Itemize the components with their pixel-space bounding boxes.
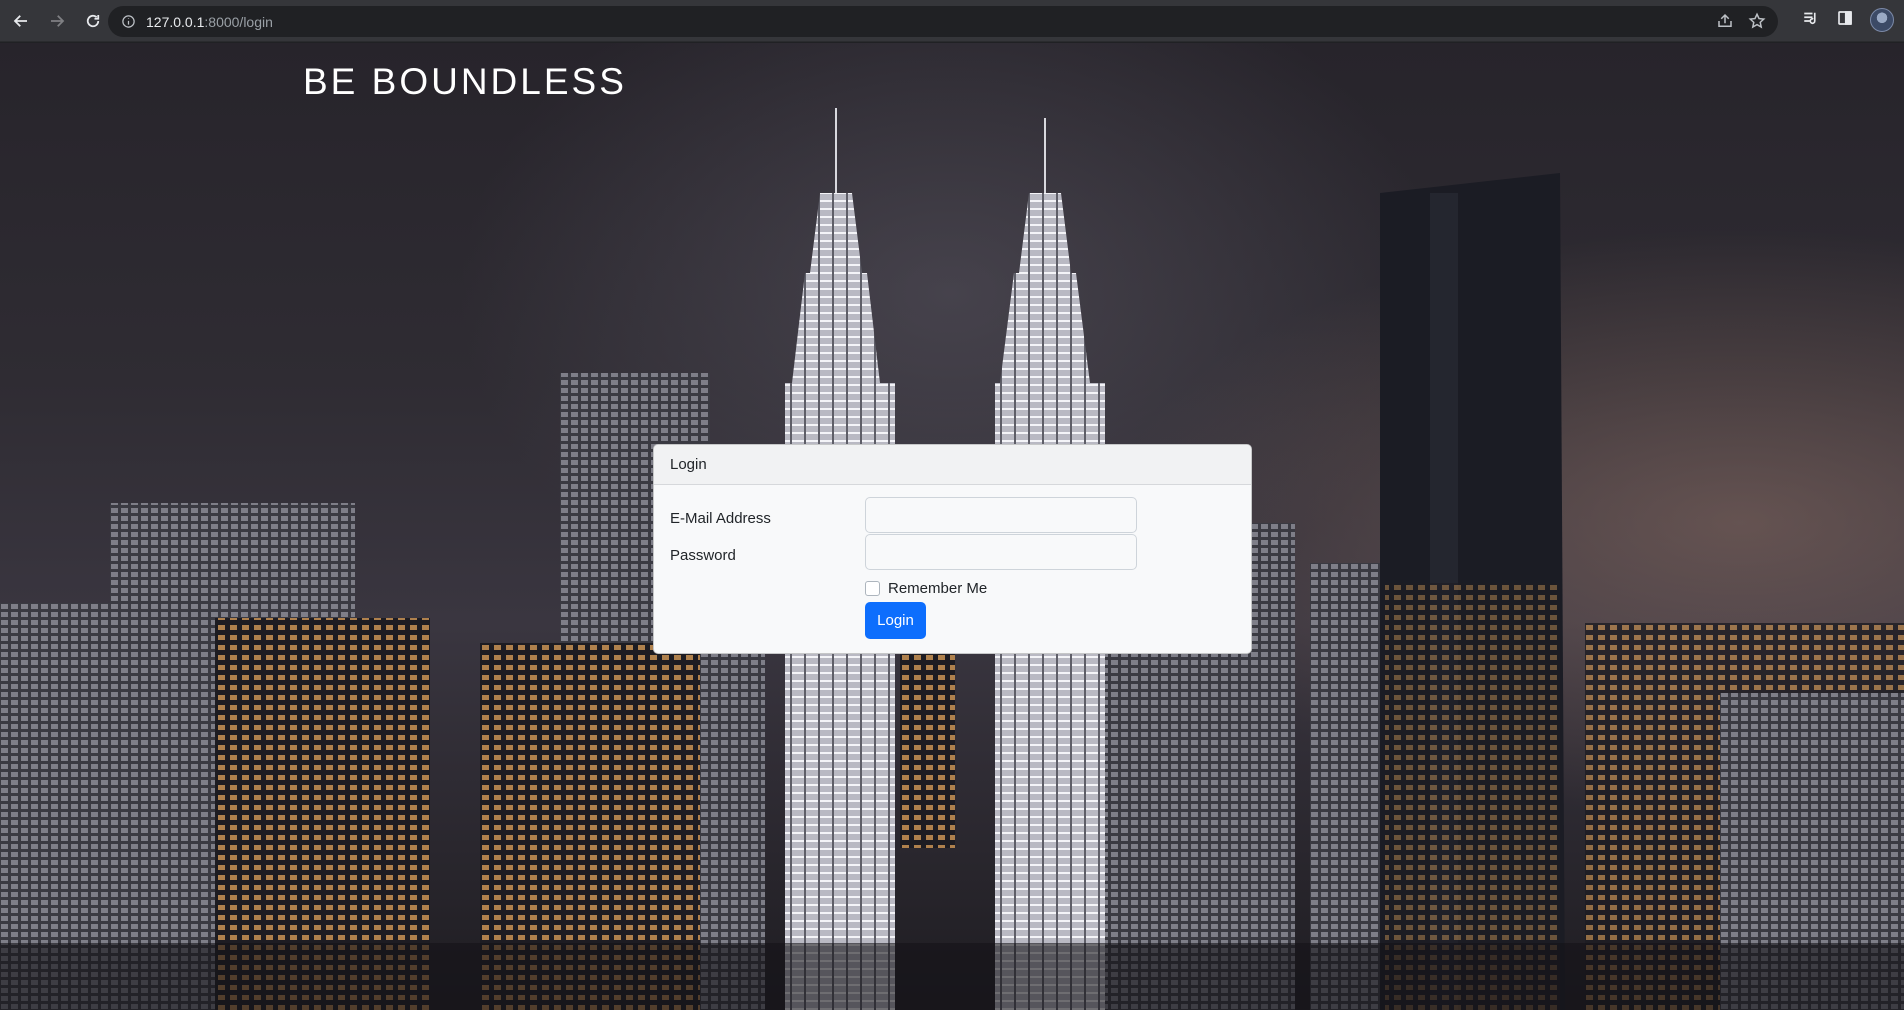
email-field[interactable]: [865, 497, 1137, 533]
login-button[interactable]: Login: [865, 602, 926, 639]
forward-arrow-icon[interactable]: [42, 6, 72, 36]
profile-avatar[interactable]: [1870, 8, 1894, 32]
login-card: Login E-Mail Address Password Remember M…: [653, 444, 1252, 654]
browser-toolbar: 127.0.0.1:8000/login: [0, 0, 1904, 42]
password-field[interactable]: [865, 534, 1137, 570]
address-bar[interactable]: 127.0.0.1:8000/login: [108, 6, 1778, 37]
tab-search-icon[interactable]: [1802, 9, 1820, 32]
card-header: Login: [654, 445, 1251, 485]
url-text: 127.0.0.1:8000/login: [146, 14, 273, 30]
remember-me-checkbox[interactable]: [865, 581, 880, 596]
email-label: E-Mail Address: [670, 510, 771, 527]
share-icon[interactable]: [1716, 12, 1734, 35]
info-icon[interactable]: [120, 14, 136, 30]
side-panel-icon[interactable]: [1836, 9, 1854, 32]
remember-me-row: Remember Me: [865, 580, 987, 597]
star-icon[interactable]: [1748, 12, 1766, 35]
card-body: E-Mail Address Password Remember Me Logi…: [654, 485, 1251, 653]
reload-icon[interactable]: [78, 6, 108, 36]
url-host: 127.0.0.1: [146, 13, 205, 30]
dark-tower: [1380, 173, 1565, 1010]
url-path: :8000/login: [204, 13, 273, 30]
back-arrow-icon[interactable]: [6, 6, 36, 36]
password-label: Password: [670, 547, 736, 564]
remember-me-label[interactable]: Remember Me: [888, 580, 987, 597]
brand-title: BE BOUNDLESS: [303, 61, 627, 102]
login-page: BE BOUNDLESS Login E-Mail Address Passwo…: [0, 43, 1904, 1010]
